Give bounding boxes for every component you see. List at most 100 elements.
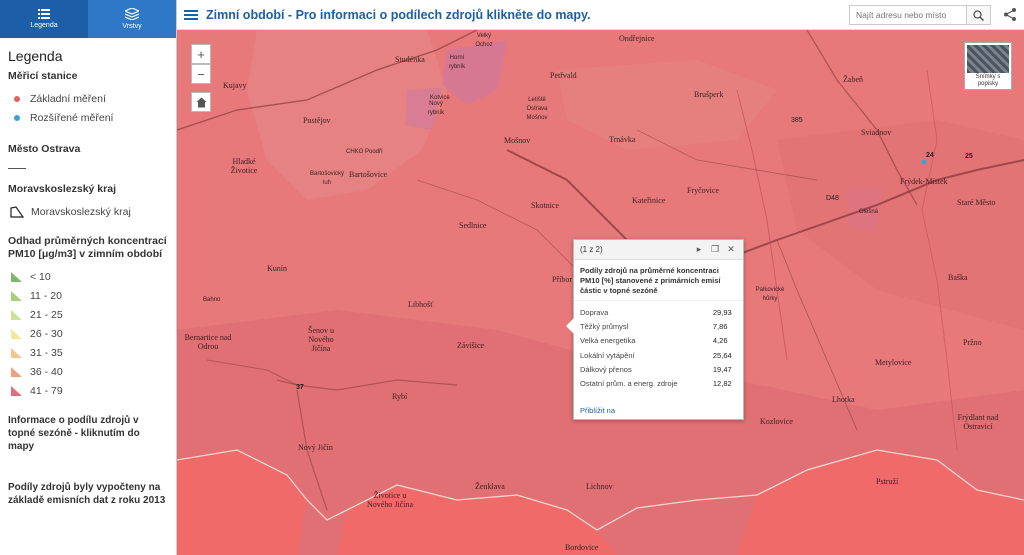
zoom-out-button[interactable]: − <box>191 64 211 84</box>
row-label: Těžký průmysl <box>580 321 629 331</box>
share-button[interactable] <box>1004 8 1016 24</box>
tab-layers-label: Vrstvy <box>122 23 142 30</box>
basic-station-dot-icon <box>14 95 20 102</box>
class-label: 21 - 25 <box>30 308 63 321</box>
place-label: Kujavy <box>223 81 247 90</box>
info-text: Informace o podílu zdrojů v topné sezóně… <box>8 415 140 452</box>
place-label: Libhošť <box>408 300 434 309</box>
class-swatch-icon <box>11 291 22 301</box>
legend-content[interactable]: Legenda Měřicí stanice Základní měření R… <box>0 38 176 555</box>
play-icon: ▸ <box>696 244 702 254</box>
row-label: Doprava <box>580 307 609 317</box>
road-number: 25 <box>965 153 973 160</box>
place-label: Staré Město <box>957 198 996 207</box>
place-label: Sedlnice <box>459 221 487 230</box>
class-label: 41 - 79 <box>30 384 63 397</box>
list-icon <box>38 9 50 19</box>
place-label: Pržno <box>963 338 982 347</box>
place-label: Brušperk <box>694 90 724 99</box>
table-row: Velká energetika 4,26 <box>580 334 739 348</box>
place-label: Nový Jičín <box>298 443 333 452</box>
place-label: Šenov u Nového Jičína <box>308 326 334 353</box>
zoom-to-link[interactable]: Přiblížit na <box>580 406 615 415</box>
row-value: 29,93 <box>712 307 732 317</box>
place-label: Ondřejnice <box>619 34 655 43</box>
table-row: Těžký průmysl 7,86 <box>580 319 739 333</box>
menu-button[interactable] <box>184 9 198 20</box>
row-value: 4,26 <box>712 336 728 346</box>
left-tabs: Legenda Vrstvy <box>0 0 176 38</box>
class-item: 41 - 79 <box>8 381 168 400</box>
tab-layers[interactable]: Vrstvy <box>88 0 176 38</box>
road-number: D48 <box>826 195 839 202</box>
menu-icon-bar <box>184 13 198 16</box>
place-label: Fryčovice <box>687 186 719 195</box>
row-value: 19,47 <box>712 364 732 374</box>
table-row: Dálkový přenos 19,47 <box>580 362 739 376</box>
extended-station-dot-icon <box>14 114 20 121</box>
place-label: Bernartice nad Odrou <box>184 333 232 351</box>
place-label: Rybí <box>392 392 408 401</box>
legend-item-extended: Rozšířené měření <box>8 108 168 127</box>
tab-legend[interactable]: Legenda <box>0 0 88 38</box>
place-label: Pstruží <box>876 477 899 486</box>
place-label: Kozlovice <box>760 417 793 426</box>
info-popup: (1 z 2) ▸ ❐ ✕ Podíly zdrojů na průměrné … <box>566 239 744 420</box>
place-label: Lichnov <box>586 482 613 491</box>
home-button[interactable] <box>191 92 211 112</box>
concentration-classes: < 10 11 - 20 21 - 25 26 - 30 31 - 35 36 … <box>8 267 168 400</box>
dock-button[interactable]: ❐ <box>709 244 721 255</box>
search-box <box>849 5 991 25</box>
search-input[interactable] <box>850 6 966 24</box>
basemap-toggle[interactable]: Snímky s popisky <box>964 42 1012 90</box>
class-label: 26 - 30 <box>30 327 63 340</box>
row-label: Lokální vytápění <box>580 350 635 360</box>
place-label: Velký Ochoz <box>475 33 493 48</box>
place-label: Skotnice <box>531 201 559 210</box>
place-label: Ženklava <box>475 482 505 491</box>
class-swatch-icon <box>11 272 22 282</box>
place-label: Frýdek-Místek <box>900 177 948 186</box>
class-label: < 10 <box>30 270 51 283</box>
class-swatch-icon <box>11 367 22 377</box>
place-label: Bahno <box>203 297 221 303</box>
place-label: Frýdlant nad Ostravicí <box>957 413 999 431</box>
app-title: Zimní období - Pro informaci o podílech … <box>206 7 591 22</box>
close-icon: ✕ <box>727 244 735 254</box>
class-label: 11 - 20 <box>30 289 62 302</box>
class-label: 36 - 40 <box>30 365 63 378</box>
row-label: Velká energetika <box>580 336 636 346</box>
close-button[interactable]: ✕ <box>725 244 737 255</box>
place-label: Nový rybník <box>427 101 445 116</box>
next-feature-button[interactable]: ▸ <box>693 244 705 255</box>
place-label: Závišice <box>457 341 485 350</box>
dock-icon: ❐ <box>710 244 720 254</box>
class-item: 36 - 40 <box>8 362 168 381</box>
class-item: 11 - 20 <box>8 286 168 305</box>
class-item: 31 - 35 <box>8 343 168 362</box>
popup-counter: (1 z 2) <box>580 245 603 254</box>
place-label: Kunín <box>267 264 287 273</box>
place-label: Lhotka <box>832 395 855 404</box>
place-label: Žabeň <box>843 75 863 84</box>
road-number: 37 <box>296 384 304 391</box>
class-swatch-icon <box>11 329 22 339</box>
place-label: Životice u Nového Jičína <box>367 491 413 509</box>
legend-item-label: Základní měření <box>30 92 106 105</box>
row-value: 7,86 <box>712 321 728 331</box>
search-button[interactable] <box>966 6 990 24</box>
place-label: Sviadnov <box>861 128 892 137</box>
place-label: Hladké Životice <box>230 157 258 175</box>
legend-item-label: Moravskoslezský kraj <box>31 205 131 218</box>
place-label: Příbor <box>552 275 572 284</box>
place-label: Pustějov <box>303 116 331 125</box>
legend-item-label: Rozšířené měření <box>30 111 114 124</box>
road-number: 385 <box>791 117 803 124</box>
place-label: Trnávka <box>609 135 636 144</box>
zoom-in-button[interactable]: + <box>191 44 211 64</box>
home-icon <box>196 97 206 107</box>
popup-pointer <box>566 318 574 334</box>
city-line-icon <box>8 168 26 169</box>
place-label: Olešná <box>859 209 879 215</box>
popup-header: (1 z 2) ▸ ❐ ✕ <box>574 240 743 260</box>
